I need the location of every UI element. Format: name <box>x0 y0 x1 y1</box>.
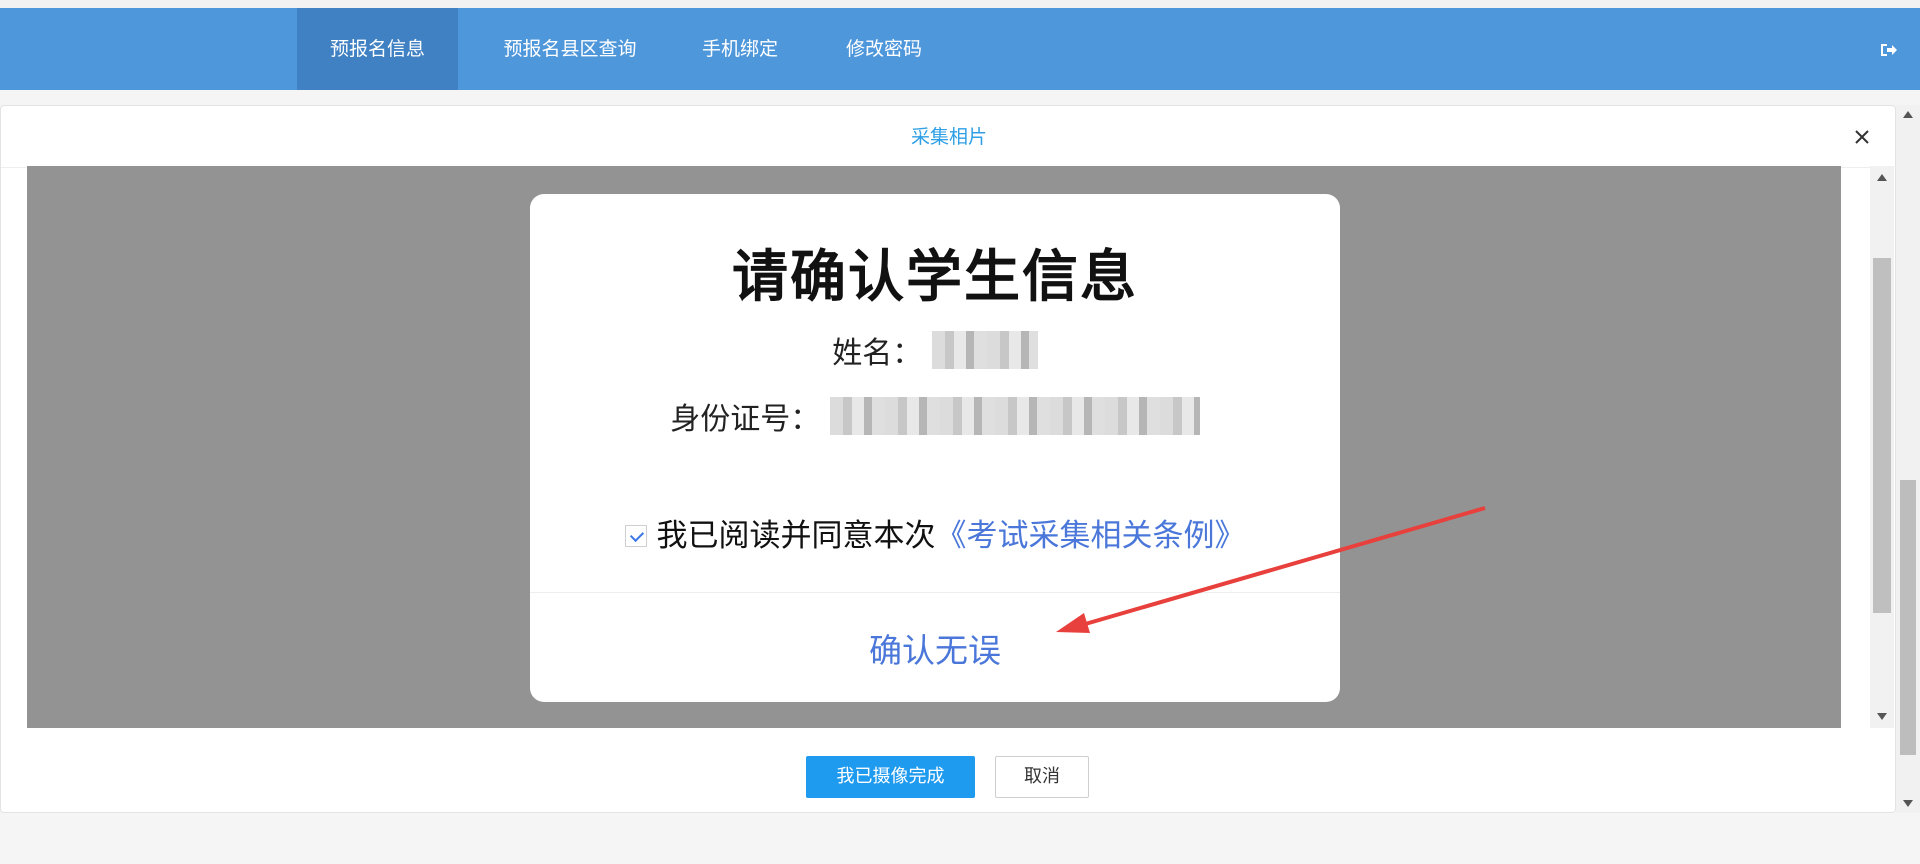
agree-text: 我已阅读并同意本次 <box>656 518 936 554</box>
nav-item-preregistration-info[interactable]: 预报名信息 <box>297 8 458 90</box>
modal-title: 请确认学生信息 <box>732 245 1138 310</box>
scroll-up-icon[interactable] <box>1903 111 1913 118</box>
scroll-down-icon[interactable] <box>1903 800 1913 807</box>
name-label: 姓名： <box>832 336 923 371</box>
top-strip <box>0 0 1920 8</box>
navbar: 预报名信息 预报名县区查询 手机绑定 修改密码 <box>0 8 1920 90</box>
page-scrollbar[interactable] <box>1896 105 1920 813</box>
nav-item-change-password[interactable]: 修改密码 <box>832 8 936 90</box>
id-row: 身份证号： <box>530 394 1340 437</box>
id-value-redacted <box>829 397 1200 435</box>
scroll-thumb[interactable] <box>1873 258 1891 613</box>
id-label: 身份证号： <box>670 402 821 437</box>
capture-done-button[interactable]: 我已摄像完成 <box>806 756 975 798</box>
scroll-thumb[interactable] <box>1900 480 1916 755</box>
name-row: 姓名： <box>530 328 1340 371</box>
scroll-up-icon[interactable] <box>1877 174 1887 181</box>
sign-out-icon[interactable] <box>1880 42 1898 58</box>
scroll-down-icon[interactable] <box>1877 713 1887 720</box>
cancel-button[interactable]: 取消 <box>995 756 1089 798</box>
agree-checkbox[interactable] <box>624 524 647 547</box>
dialog-scrollbar[interactable] <box>1870 166 1894 728</box>
close-icon[interactable] <box>1849 124 1875 150</box>
nav-item-county-query[interactable]: 预报名县区查询 <box>486 8 654 90</box>
dialog-title: 采集相片 <box>1 106 1897 168</box>
name-value-redacted <box>931 331 1038 369</box>
nav-item-phone-binding[interactable]: 手机绑定 <box>688 8 792 90</box>
annotation-arrow <box>1056 506 1486 633</box>
